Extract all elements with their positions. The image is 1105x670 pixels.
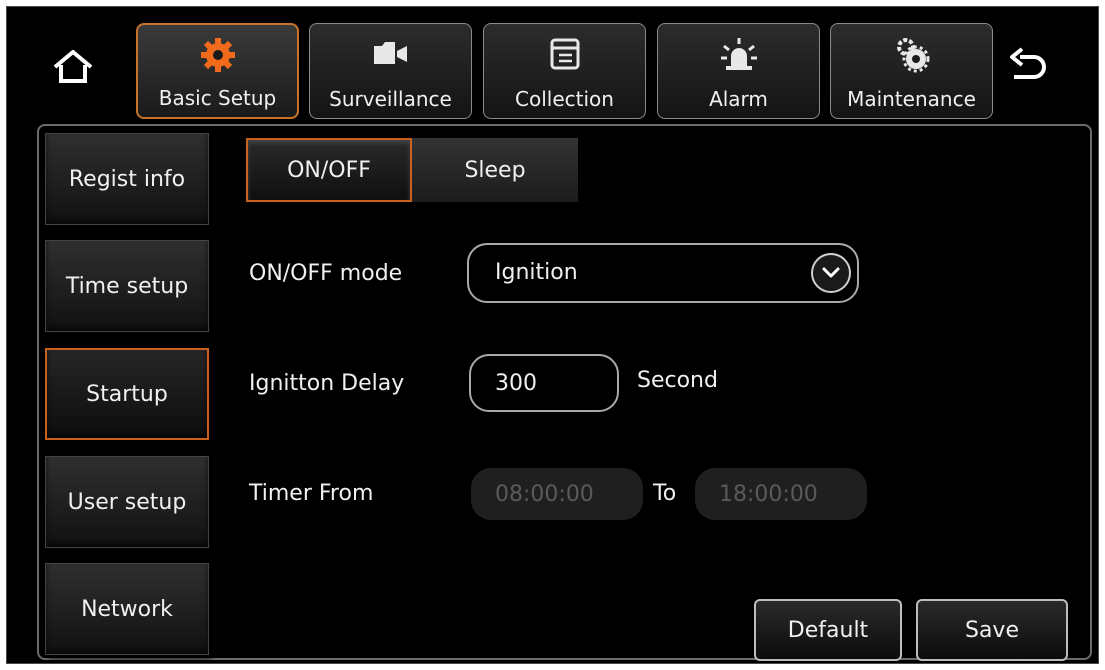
sidebar-item-label: Startup bbox=[86, 381, 168, 407]
tab-label: Maintenance bbox=[847, 87, 976, 111]
ignition-delay-unit: Second bbox=[637, 368, 718, 393]
window-icon bbox=[545, 34, 585, 74]
home-icon bbox=[53, 50, 93, 83]
gear-icon bbox=[198, 35, 238, 75]
tab-label: Surveillance bbox=[329, 87, 452, 111]
home-button[interactable] bbox=[37, 27, 109, 107]
tab-label: Alarm bbox=[709, 87, 768, 111]
timer-from-input[interactable]: 08:00:00 bbox=[471, 468, 643, 520]
on-off-mode-value: Ignition bbox=[495, 260, 578, 285]
subtab-sleep[interactable]: Sleep bbox=[412, 138, 578, 202]
alarm-light-icon bbox=[719, 34, 759, 74]
on-off-mode-label: ON/OFF mode bbox=[249, 261, 403, 286]
ignition-delay-input[interactable]: 300 bbox=[469, 354, 619, 412]
sidebar-item-network[interactable]: Network bbox=[45, 563, 209, 655]
timer-to-input[interactable]: 18:00:00 bbox=[695, 468, 867, 520]
sidebar-item-label: Time setup bbox=[65, 273, 189, 299]
tab-alarm[interactable]: Alarm bbox=[657, 23, 820, 119]
sidebar-item-label: Regist info bbox=[68, 166, 186, 192]
sidebar-item-user-setup[interactable]: User setup bbox=[45, 456, 209, 548]
sidebar-item-regist-info[interactable]: Regist info bbox=[45, 133, 209, 225]
sidebar-item-startup[interactable]: Startup bbox=[45, 348, 209, 440]
back-button[interactable] bbox=[992, 27, 1064, 107]
tab-label: Basic Setup bbox=[158, 86, 277, 110]
timer-from-label: Timer From bbox=[249, 481, 374, 506]
chevron-down-icon[interactable] bbox=[811, 253, 851, 293]
default-button[interactable]: Default bbox=[754, 599, 902, 661]
subtab-on-off[interactable]: ON/OFF bbox=[246, 138, 412, 202]
settings-panel: Regist info Time setup Startup User setu… bbox=[37, 124, 1092, 661]
sidebar-item-label: Network bbox=[81, 596, 173, 622]
tab-label: Collection bbox=[515, 87, 614, 111]
tab-collection[interactable]: Collection bbox=[483, 23, 646, 119]
gears-icon bbox=[892, 34, 932, 74]
subtab-label: ON/OFF bbox=[287, 157, 371, 183]
camera-icon bbox=[371, 34, 411, 74]
back-arrow-icon bbox=[1010, 47, 1046, 79]
dvr-screen: Basic Setup Surveillance Collection Alar… bbox=[6, 6, 1099, 664]
ignition-delay-label: Ignitton Delay bbox=[249, 371, 405, 396]
save-button[interactable]: Save bbox=[916, 599, 1068, 661]
timer-to-label: To bbox=[653, 481, 677, 506]
tab-maintenance[interactable]: Maintenance bbox=[830, 23, 993, 119]
tab-basic-setup[interactable]: Basic Setup bbox=[136, 23, 299, 119]
tab-surveillance[interactable]: Surveillance bbox=[309, 23, 472, 119]
on-off-mode-select[interactable]: Ignition bbox=[467, 243, 859, 303]
sidebar-item-label: User setup bbox=[67, 489, 187, 515]
subtab-label: Sleep bbox=[464, 157, 526, 183]
sidebar-item-time-setup[interactable]: Time setup bbox=[45, 240, 209, 332]
